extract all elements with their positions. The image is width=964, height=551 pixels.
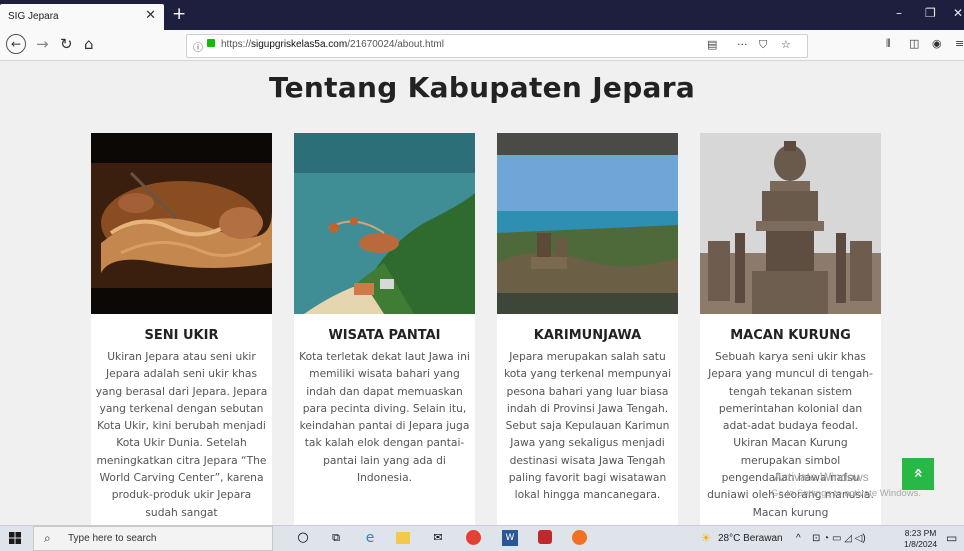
- karimunjawa-image: [497, 133, 678, 314]
- search-placeholder: Type here to search: [68, 533, 157, 544]
- windows-taskbar: ⌕ Type here to search ○ ⧉ e ✉ W ☀ 28°C B…: [0, 525, 964, 551]
- library-icon[interactable]: ⫴: [886, 37, 891, 51]
- edge-icon[interactable]: e: [362, 530, 378, 546]
- search-icon: ⌕: [44, 531, 51, 545]
- url-path: /21670024/about.html: [347, 39, 444, 50]
- tray-chevron-icon[interactable]: ^: [796, 533, 801, 544]
- weather-icon: ☀: [700, 531, 712, 545]
- card-wisata-pantai: WISATA PANTAI Kota terletak dekat laut J…: [294, 133, 475, 525]
- word-icon[interactable]: W: [502, 530, 518, 546]
- account-icon[interactable]: ◉: [932, 37, 942, 50]
- reload-icon[interactable]: ↻: [60, 35, 73, 53]
- card-text: Ukiran Jepara atau seni ukir Jepara adal…: [95, 350, 268, 519]
- bookmark-star-icon[interactable]: ☆: [781, 38, 791, 51]
- card-text: Kota terletak dekat laut Jawa ini memili…: [299, 350, 470, 485]
- activate-windows-title: Activate Windows: [774, 470, 869, 484]
- taskbar-search-box[interactable]: ⌕ Type here to search: [33, 526, 273, 551]
- scroll-to-top-button[interactable]: »: [902, 458, 934, 490]
- woodcarving-image: [91, 133, 272, 314]
- page-content: Tentang Kabupaten Jepara SENI UKIR Ukira…: [0, 61, 964, 525]
- address-bar[interactable]: ⓘ https://sigupgriskelas5a.com/21670024/…: [186, 34, 808, 58]
- info-icon[interactable]: ⓘ: [193, 39, 203, 54]
- system-clock[interactable]: 8:23 PM 1/8/2024: [904, 528, 937, 550]
- url-domain: sigupgriskelas5a.com: [251, 39, 348, 50]
- file-explorer-icon[interactable]: [396, 532, 410, 544]
- weather-text[interactable]: 28°C Berawan: [718, 533, 783, 544]
- mail-icon[interactable]: ✉: [430, 530, 446, 546]
- page-actions-button[interactable]: ···: [737, 38, 748, 51]
- browser-tab-bar: SIG Jepara ✕ + – ❐ ✕: [0, 0, 964, 30]
- task-view-icon[interactable]: ⧉: [328, 530, 344, 546]
- maximize-button[interactable]: ❐: [925, 6, 936, 20]
- card-title: MACAN KURUNG: [730, 328, 851, 343]
- home-icon[interactable]: ⌂: [84, 35, 94, 53]
- pocket-icon[interactable]: ⛉: [759, 38, 767, 52]
- chrome-icon[interactable]: [466, 530, 481, 545]
- url-text: https://sigupgriskelas5a.com/21670024/ab…: [221, 39, 444, 50]
- close-window-button[interactable]: ✕: [953, 6, 963, 20]
- sidebar-icon[interactable]: ◫: [909, 37, 919, 50]
- lock-icon: [207, 39, 215, 47]
- app-icon[interactable]: [538, 530, 552, 544]
- browser-tab[interactable]: SIG Jepara ✕: [0, 4, 164, 30]
- menu-icon[interactable]: ≡: [955, 37, 964, 50]
- card-title: KARIMUNJAWA: [533, 328, 642, 343]
- page-title: Tentang Kabupaten Jepara: [268, 71, 696, 104]
- tab-close-icon[interactable]: ✕: [145, 8, 156, 23]
- tab-title: SIG Jepara: [8, 11, 59, 22]
- minimize-button[interactable]: –: [896, 6, 902, 20]
- reader-icon[interactable]: ▤: [707, 38, 717, 51]
- card-title: SENI UKIR: [144, 328, 219, 343]
- cortana-icon[interactable]: ○: [295, 530, 311, 546]
- activate-windows-subtitle: Go to Settings to activate Windows.: [771, 488, 921, 499]
- clock-time: 8:23 PM: [904, 528, 937, 538]
- forward-icon[interactable]: →: [36, 35, 49, 53]
- card-title: WISATA PANTAI: [328, 328, 441, 343]
- back-icon[interactable]: ←: [6, 34, 26, 54]
- new-tab-button[interactable]: +: [172, 4, 186, 24]
- beach-image: [294, 133, 475, 314]
- monument-image: [700, 133, 881, 314]
- tray-apps-icon[interactable]: ⊡ ◔ ▭ ◿ ◁): [812, 533, 866, 544]
- notifications-icon[interactable]: ▭: [946, 531, 957, 545]
- card-text: Jepara merupakan salah satu kota yang te…: [503, 350, 672, 502]
- card-macan-kurung: MACAN KURUNG Sebuah karya seni ukir khas…: [700, 133, 881, 525]
- card-karimunjawa: KARIMUNJAWA Jepara merupakan salah satu …: [497, 133, 678, 525]
- browser-navbar: ← → ↻ ⌂ ⓘ https://sigupgriskelas5a.com/2…: [0, 30, 964, 61]
- firefox-icon[interactable]: [572, 530, 587, 545]
- clock-date: 1/8/2024: [904, 539, 938, 549]
- chevron-up-icon: »: [908, 467, 927, 479]
- card-seni-ukir: SENI UKIR Ukiran Jepara atau seni ukir J…: [91, 133, 272, 525]
- url-prefix: https://: [221, 39, 252, 50]
- windows-start-icon[interactable]: [9, 532, 21, 544]
